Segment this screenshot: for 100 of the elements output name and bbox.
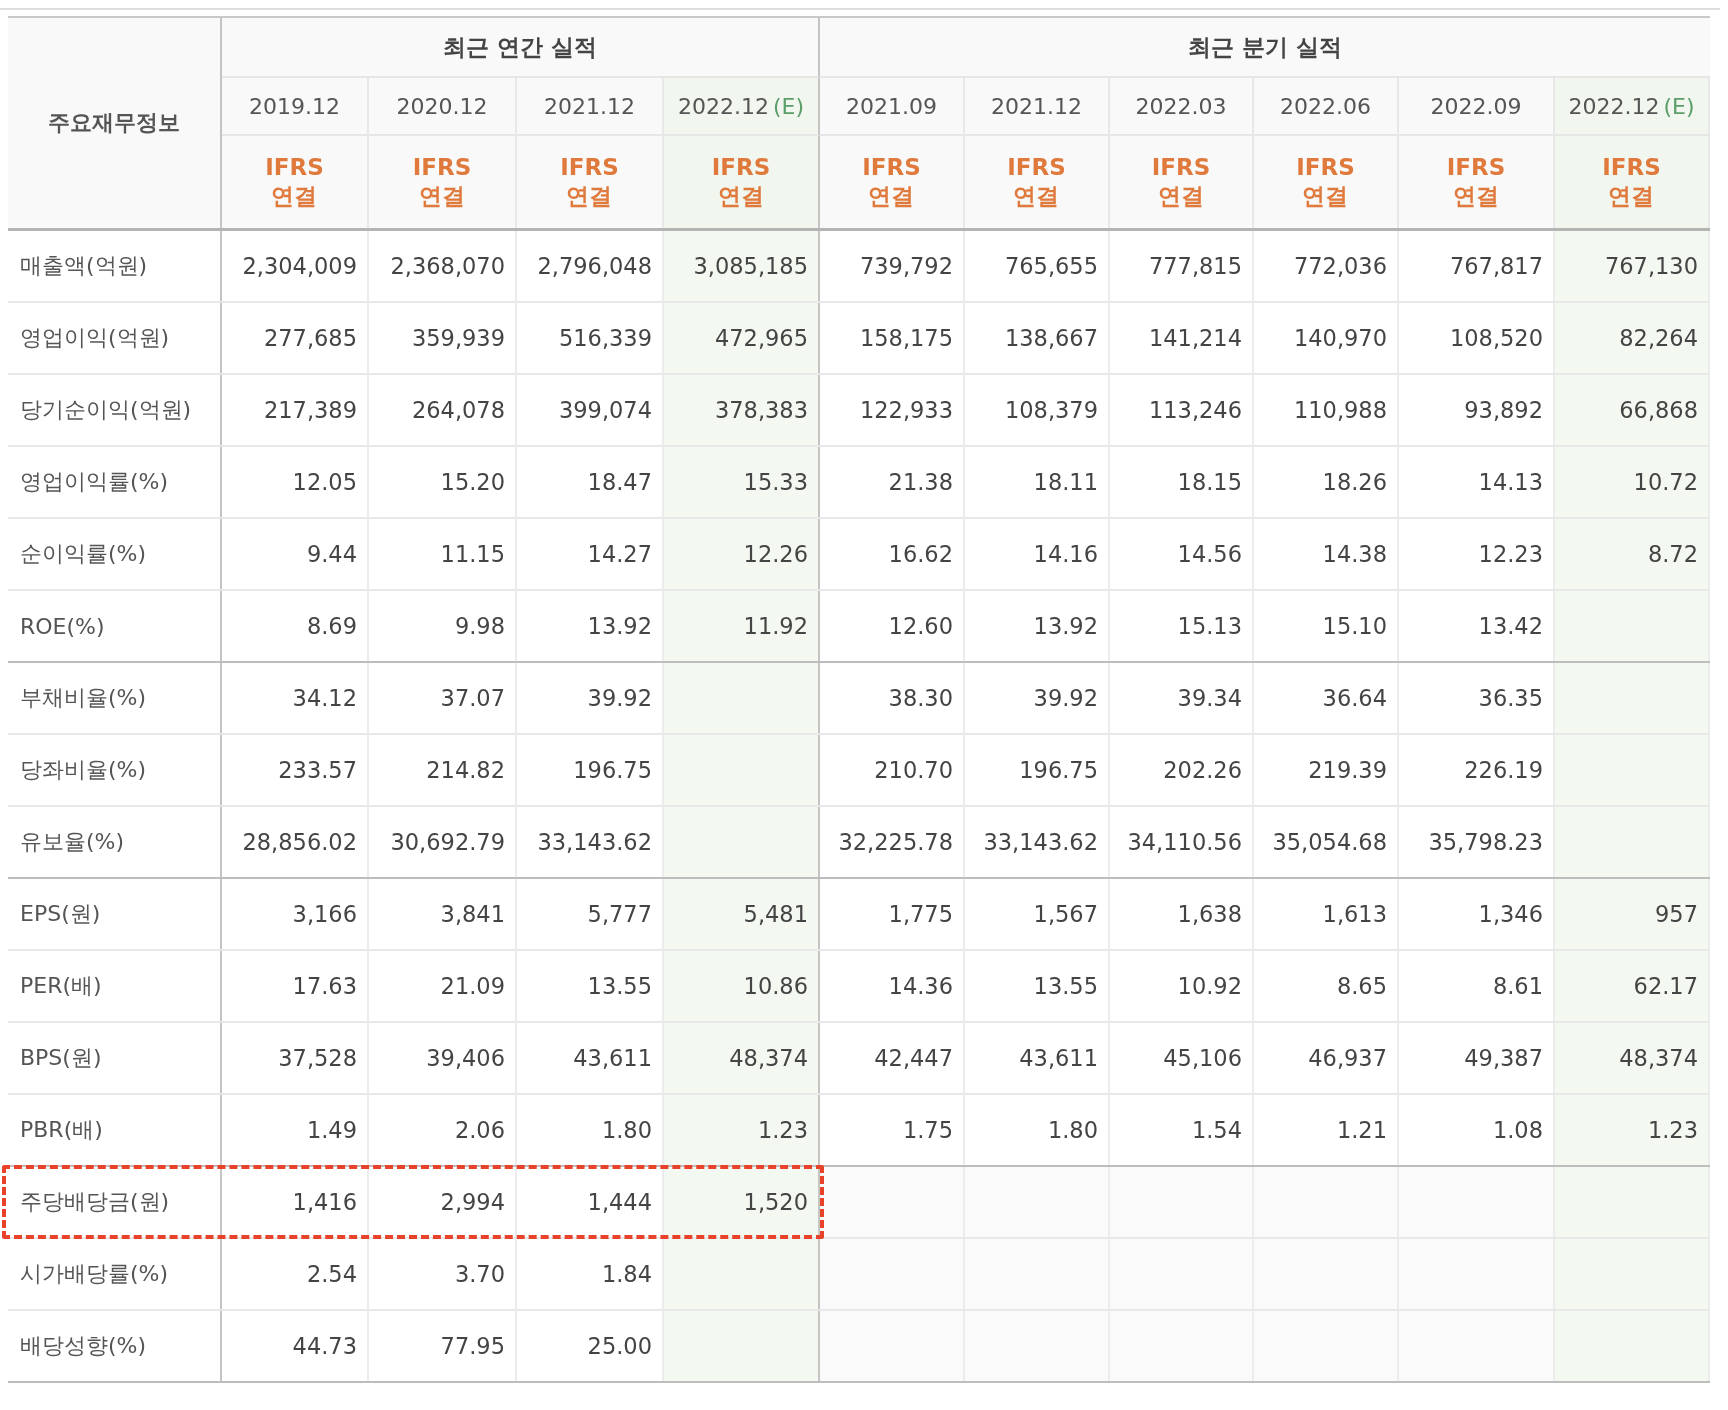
value-cell: 14.38 [1254, 519, 1399, 589]
value-cell: 5,481 [664, 879, 820, 949]
value-cell: 1.54 [1110, 1095, 1254, 1165]
period-text: 2019.12 [249, 93, 340, 119]
accounting-basis: IFRS 연결 [711, 153, 771, 211]
value-cell: 34,110.56 [1110, 807, 1254, 877]
value-cell: 37,528 [222, 1023, 369, 1093]
value-cell: 37.07 [369, 663, 517, 733]
value-cell: 196.75 [965, 735, 1110, 805]
value-cell: 3.70 [369, 1239, 517, 1309]
value-cell: 9.44 [222, 519, 369, 589]
value-cell: 214.82 [369, 735, 517, 805]
value-cell: 77.95 [369, 1311, 517, 1381]
value-cell: 8.65 [1254, 951, 1399, 1021]
value-cell: 12.60 [820, 591, 965, 661]
value-cell: 39.92 [965, 663, 1110, 733]
value-cell: 378,383 [664, 375, 820, 445]
value-cell: 264,078 [369, 375, 517, 445]
value-cell: 33,143.62 [965, 807, 1110, 877]
value-cell: 767,130 [1555, 231, 1710, 301]
value-cell: 3,085,185 [664, 231, 820, 301]
row-label: 배당성향(%) [8, 1311, 222, 1381]
value-cell: 1.75 [820, 1095, 965, 1165]
value-cell: 42,447 [820, 1023, 965, 1093]
value-cell: 39,406 [369, 1023, 517, 1093]
row-label: 주당배당금(원) [8, 1167, 222, 1237]
value-cell: 15.20 [369, 447, 517, 517]
value-cell: 765,655 [965, 231, 1110, 301]
accounting-basis: IFRS 연결 [265, 153, 324, 211]
value-cell: 18.11 [965, 447, 1110, 517]
value-cell: 32,225.78 [820, 807, 965, 877]
row-label: 당기순이익(억원) [8, 375, 222, 445]
value-cell: 10.92 [1110, 951, 1254, 1021]
value-cell: 777,815 [1110, 231, 1254, 301]
value-cell: 1.23 [664, 1095, 820, 1165]
row-label: BPS(원) [8, 1023, 222, 1093]
row-label: 시가배당률(%) [8, 1239, 222, 1309]
value-cell: 2.54 [222, 1239, 369, 1309]
accounting-basis: IFRS 연결 [1007, 153, 1066, 211]
period-text: 2020.12 [396, 93, 488, 119]
value-cell: 17.63 [222, 951, 369, 1021]
period-text: 2022.12 [1568, 93, 1660, 119]
value-cell: 8.72 [1555, 519, 1710, 589]
row-label: 유보율(%) [8, 807, 222, 877]
row-label: PER(배) [8, 951, 222, 1021]
value-cell: 38.30 [820, 663, 965, 733]
value-cell: 62.17 [1555, 951, 1710, 1021]
accounting-basis: IFRS 연결 [1151, 153, 1211, 211]
value-cell: 138,667 [965, 303, 1110, 373]
value-cell: 45,106 [1110, 1023, 1254, 1093]
accounting-basis: IFRS 연결 [862, 153, 921, 211]
value-cell: 1,638 [1110, 879, 1254, 949]
value-cell: 219.39 [1254, 735, 1399, 805]
value-cell: 21.09 [369, 951, 517, 1021]
value-cell: 2,368,070 [369, 231, 517, 301]
value-cell: 957 [1555, 879, 1710, 949]
value-cell: 66,868 [1555, 375, 1710, 445]
value-cell: 217,389 [222, 375, 369, 445]
period-text: 2022.09 [1430, 93, 1522, 119]
period-text: 2022.03 [1135, 93, 1227, 119]
value-cell: 122,933 [820, 375, 965, 445]
row-label: 영업이익(억원) [8, 303, 222, 373]
estimate-mark: (E) [1663, 93, 1695, 119]
value-cell: 30,692.79 [369, 807, 517, 877]
value-cell: 233.57 [222, 735, 369, 805]
value-cell: 14.36 [820, 951, 965, 1021]
value-cell: 15.33 [664, 447, 820, 517]
period-text: 2021.09 [846, 93, 937, 119]
value-cell: 1.21 [1254, 1095, 1399, 1165]
value-cell: 1.23 [1555, 1095, 1710, 1165]
value-cell: 39.34 [1110, 663, 1254, 733]
accounting-basis: IFRS 연결 [560, 153, 619, 211]
header-label: 주요재무정보 [8, 18, 222, 228]
value-cell: 2,304,009 [222, 231, 369, 301]
value-cell: 3,166 [222, 879, 369, 949]
value-cell: 1.80 [965, 1095, 1110, 1165]
value-cell: 108,379 [965, 375, 1110, 445]
value-cell: 12.05 [222, 447, 369, 517]
period-text: 2022.12 [677, 93, 769, 119]
accounting-basis: IFRS 연결 [1602, 153, 1661, 211]
value-cell: 202.26 [1110, 735, 1254, 805]
value-cell: 1,416 [222, 1167, 369, 1237]
value-cell: 158,175 [820, 303, 965, 373]
value-cell: 13.55 [965, 951, 1110, 1021]
period-text: 2021.12 [544, 93, 635, 119]
value-cell: 18.26 [1254, 447, 1399, 517]
value-cell: 48,374 [664, 1023, 820, 1093]
value-cell: 35,054.68 [1254, 807, 1399, 877]
value-cell: 9.98 [369, 591, 517, 661]
value-cell: 1.49 [222, 1095, 369, 1165]
row-label: 당좌비율(%) [8, 735, 222, 805]
value-cell: 11.92 [664, 591, 820, 661]
value-cell: 210.70 [820, 735, 965, 805]
row-label: EPS(원) [8, 879, 222, 949]
estimate-mark: (E) [772, 93, 805, 119]
value-cell: 16.62 [820, 519, 965, 589]
value-cell: 13.92 [965, 591, 1110, 661]
value-cell: 43,611 [965, 1023, 1110, 1093]
value-cell: 46,937 [1254, 1023, 1399, 1093]
accounting-basis: IFRS 연결 [1296, 153, 1355, 211]
